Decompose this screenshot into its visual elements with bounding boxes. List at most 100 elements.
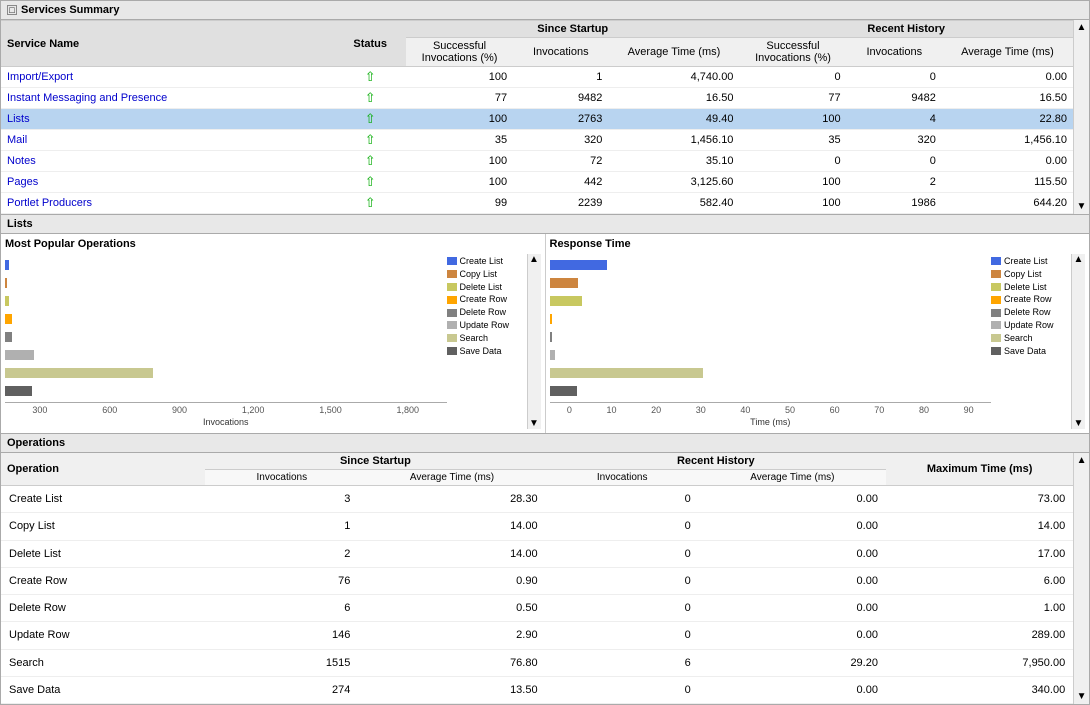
- scroll-down-mp[interactable]: ▼: [529, 418, 539, 429]
- legend-label: Create List: [460, 256, 504, 267]
- table-row[interactable]: Notes ⇧ 100 72 35.10 0 0 0.00: [1, 151, 1073, 172]
- op-max-cell: 17.00: [886, 540, 1073, 567]
- scroll-up-services[interactable]: ▲: [1075, 20, 1089, 35]
- legend-item: Create Row: [991, 294, 1071, 305]
- col-ops-ss-avg: Average Time (ms): [358, 470, 545, 486]
- table-row[interactable]: Pages ⇧ 100 442 3,125.60 100 2 115.50: [1, 172, 1073, 193]
- bar-row: [550, 366, 992, 380]
- service-name-cell[interactable]: Pages: [1, 172, 335, 193]
- x-tick: 10: [606, 405, 616, 415]
- op-rh-avg-cell: 0.00: [699, 622, 886, 649]
- table-row[interactable]: Save Data 274 13.50 0 0.00 340.00: [1, 676, 1073, 703]
- lists-title: Lists: [7, 218, 33, 230]
- col-status: Status: [335, 21, 406, 67]
- table-row[interactable]: Copy List 1 14.00 0 0.00 14.00: [1, 513, 1073, 540]
- collapse-icon[interactable]: □: [7, 5, 17, 15]
- table-row[interactable]: Delete List 2 14.00 0 0.00 17.00: [1, 540, 1073, 567]
- op-max-cell: 289.00: [886, 622, 1073, 649]
- table-row[interactable]: Delete Row 6 0.50 0 0.00 1.00: [1, 595, 1073, 622]
- up-arrow-icon: ⇧: [365, 195, 376, 210]
- bar-row: [5, 348, 447, 362]
- up-arrow-icon: ⇧: [365, 90, 376, 105]
- legend-item: Create List: [991, 256, 1071, 267]
- op-ss-avg-cell: 76.80: [358, 649, 545, 676]
- service-name-cell[interactable]: Lists: [1, 109, 335, 130]
- col-rh-inv: Invocations: [847, 38, 942, 67]
- services-summary-panel: □ Services Summary Service Name Status S…: [1, 1, 1089, 215]
- bar-row: [5, 258, 447, 272]
- scroll-up-rt[interactable]: ▲: [1074, 254, 1084, 265]
- most-popular-x-label: Invocations: [5, 417, 447, 429]
- service-name-cell[interactable]: Mail: [1, 130, 335, 151]
- x-tick: 1,500: [319, 405, 342, 415]
- legend-label: Create List: [1004, 256, 1048, 267]
- table-row[interactable]: Update Row 146 2.90 0 0.00 289.00: [1, 622, 1073, 649]
- status-cell: ⇧: [335, 130, 406, 151]
- x-tick: 60: [830, 405, 840, 415]
- legend-label: Delete Row: [460, 307, 507, 318]
- chart-bar: [5, 386, 32, 396]
- table-row[interactable]: Search 1515 76.80 6 29.20 7,950.00: [1, 649, 1073, 676]
- services-table: Service Name Status Since Startup Recent…: [1, 20, 1073, 214]
- status-cell: ⇧: [335, 67, 406, 88]
- op-ss-inv-cell: 1515: [205, 649, 358, 676]
- up-arrow-icon: ⇧: [365, 111, 376, 126]
- ss-pct-cell: 77: [406, 88, 513, 109]
- op-max-cell: 1.00: [886, 595, 1073, 622]
- service-name-cell[interactable]: Import/Export: [1, 67, 335, 88]
- op-rh-inv-cell: 6: [546, 649, 699, 676]
- table-row[interactable]: Lists ⇧ 100 2763 49.40 100 4 22.80: [1, 109, 1073, 130]
- scroll-up-ops[interactable]: ▲: [1075, 453, 1089, 468]
- scroll-up-mp[interactable]: ▲: [529, 254, 539, 265]
- table-row[interactable]: Import/Export ⇧ 100 1 4,740.00 0 0 0.00: [1, 67, 1073, 88]
- ss-pct-cell: 99: [406, 193, 513, 214]
- bar-row: [550, 312, 992, 326]
- table-row[interactable]: Create Row 76 0.90 0 0.00 6.00: [1, 567, 1073, 594]
- up-arrow-icon: ⇧: [365, 69, 376, 84]
- col-operation: Operation: [1, 453, 205, 486]
- response-time-x-axis: 0102030405060708090: [550, 402, 992, 417]
- rh-avg-cell: 16.50: [942, 88, 1073, 109]
- services-summary-title: Services Summary: [21, 4, 119, 16]
- response-time-bars: [550, 254, 992, 402]
- ss-inv-cell: 442: [513, 172, 608, 193]
- bar-row: [5, 366, 447, 380]
- x-tick: 600: [102, 405, 117, 415]
- scroll-down-services[interactable]: ▼: [1075, 199, 1089, 214]
- table-row[interactable]: Instant Messaging and Presence ⇧ 77 9482…: [1, 88, 1073, 109]
- main-container: □ Services Summary Service Name Status S…: [0, 0, 1090, 705]
- legend-color-box: [991, 257, 1001, 265]
- op-rh-inv-cell: 0: [546, 486, 699, 513]
- op-max-cell: 14.00: [886, 513, 1073, 540]
- x-tick: 20: [651, 405, 661, 415]
- op-ss-avg-cell: 0.90: [358, 567, 545, 594]
- chart-bar: [550, 296, 582, 306]
- ss-inv-cell: 2763: [513, 109, 608, 130]
- service-name-cell[interactable]: Portlet Producers: [1, 193, 335, 214]
- status-cell: ⇧: [335, 109, 406, 130]
- legend-label: Update Row: [460, 320, 510, 331]
- service-name-cell[interactable]: Instant Messaging and Presence: [1, 88, 335, 109]
- chart-bar: [550, 350, 555, 360]
- table-row[interactable]: Mail ⇧ 35 320 1,456.10 35 320 1,456.10: [1, 130, 1073, 151]
- operations-title: Operations: [7, 437, 65, 449]
- table-row[interactable]: Create List 3 28.30 0 0.00 73.00: [1, 486, 1073, 513]
- legend-color-box: [991, 283, 1001, 291]
- op-ss-inv-cell: 6: [205, 595, 358, 622]
- response-time-scrollbar: ▲ ▼: [1071, 254, 1085, 429]
- op-ss-avg-cell: 0.50: [358, 595, 545, 622]
- bar-row: [5, 384, 447, 398]
- chart-bar: [550, 260, 608, 270]
- legend-item: Save Data: [447, 346, 527, 357]
- chart-bar: [5, 368, 153, 378]
- scroll-down-rt[interactable]: ▼: [1074, 418, 1084, 429]
- legend-item: Update Row: [447, 320, 527, 331]
- scroll-down-ops[interactable]: ▼: [1075, 689, 1089, 704]
- table-row[interactable]: Portlet Producers ⇧ 99 2239 582.40 100 1…: [1, 193, 1073, 214]
- op-max-cell: 340.00: [886, 676, 1073, 703]
- service-name-cell[interactable]: Notes: [1, 151, 335, 172]
- legend-label: Search: [1004, 333, 1033, 344]
- rh-pct-cell: 0: [739, 67, 846, 88]
- legend-label: Create Row: [1004, 294, 1052, 305]
- rh-inv-cell: 320: [847, 130, 942, 151]
